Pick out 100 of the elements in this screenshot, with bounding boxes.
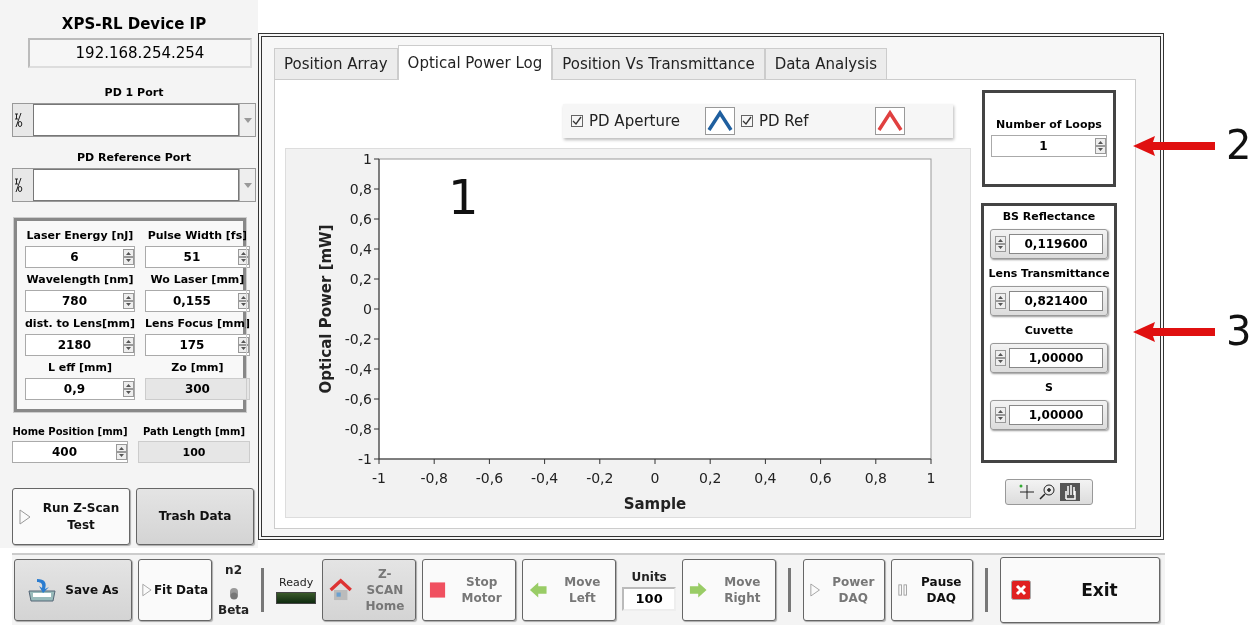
parameter-field[interactable]: 51 [144, 246, 250, 268]
parameter-label: dist. to Lens[mm] [25, 317, 135, 330]
tick-label: 0 [650, 470, 660, 486]
tick-label: 0,6 [349, 211, 372, 227]
zoom-icon[interactable] [1039, 483, 1057, 501]
port-label: PD 1 Port [103, 86, 165, 99]
parameter-label: Wo Laser [mm] [149, 273, 246, 286]
legend-checkbox[interactable] [741, 115, 753, 127]
parameter-field[interactable]: 2180 [25, 334, 135, 356]
tick-label: -0,4 [530, 470, 559, 486]
action-button[interactable]: Fit Data [138, 559, 212, 621]
action-button[interactable]: Run Z-Scan Test [12, 488, 130, 545]
legend-label: PD Ref [759, 112, 810, 130]
parameter-label: Pulse Width [fs] [146, 229, 249, 242]
port-dropdown[interactable] [12, 103, 256, 137]
status-label: Ready [279, 576, 314, 589]
tick-label: -0,6 [475, 470, 504, 486]
tab[interactable]: Optical Power Log [397, 45, 553, 80]
parameter-readout: 300 [144, 378, 250, 400]
ip-field[interactable]: 192.168.254.254 [28, 38, 252, 68]
tick-label: -0,6 [344, 391, 372, 407]
house-icon [329, 577, 353, 603]
tick-label: -1 [358, 451, 372, 467]
field-label: S [1045, 381, 1053, 394]
parameter-field[interactable]: 780 [25, 290, 135, 312]
factor-control[interactable]: 1,00000 [990, 343, 1108, 373]
spin-buttons[interactable] [1095, 137, 1106, 154]
parameter-field[interactable]: 0,155 [144, 290, 250, 312]
spin-buttons[interactable] [122, 337, 134, 353]
right-arrow-icon [689, 581, 708, 599]
tick-label: 0,8 [864, 470, 887, 486]
port-dropdown[interactable] [12, 168, 256, 202]
tick-label: 0,2 [699, 470, 722, 486]
tick-label: -0,2 [344, 331, 372, 347]
pause-icon [898, 583, 909, 597]
left-arrow-icon [529, 581, 548, 599]
action-button[interactable]: Save As [14, 559, 132, 621]
units-field[interactable]: 100 [622, 586, 677, 611]
close-icon [1011, 580, 1032, 600]
parameter-field[interactable]: 0,9 [25, 378, 135, 400]
spin-buttons[interactable] [995, 293, 1006, 309]
dropdown-caret-icon [243, 117, 252, 123]
spin-buttons[interactable] [995, 407, 1006, 423]
parameter-label: Zo [mm] [170, 361, 225, 374]
parameter-field[interactable]: 175 [144, 334, 250, 356]
tab[interactable]: Position Vs Transmittance [552, 48, 765, 79]
factor-control[interactable]: 0,821400 [990, 286, 1108, 316]
play-icon [810, 582, 821, 598]
switch-label: n2 [225, 563, 242, 577]
spin-buttons[interactable] [995, 350, 1006, 366]
action-button[interactable]: Trash Data [136, 488, 254, 545]
tick-label: 0 [363, 301, 372, 317]
line-style-icon[interactable] [877, 109, 903, 131]
device-ip-title: XPS-RL Device IP [60, 15, 208, 33]
exit-button[interactable]: Exit [1000, 557, 1161, 623]
field-label: Path Length [mm] [142, 426, 246, 437]
graph-tool-palette[interactable] [1005, 479, 1093, 505]
legend-checkbox[interactable] [571, 115, 583, 127]
tick-label: -0,8 [344, 421, 372, 437]
legend-label: PD Aperture [589, 112, 681, 130]
factor-control[interactable]: 0,119600 [990, 229, 1108, 259]
hand-icon[interactable] [1060, 483, 1080, 501]
path-length-readout: 100 [138, 441, 250, 463]
io-icon [14, 112, 23, 128]
line-style-icon[interactable] [707, 109, 733, 131]
field-label: Units [631, 569, 667, 584]
spin-buttons[interactable] [237, 293, 249, 309]
factor-control[interactable]: 1,00000 [990, 400, 1108, 430]
spin-buttons[interactable] [122, 249, 134, 265]
parameter-label: Wavelength [nm] [25, 273, 135, 286]
tick-label: 0,2 [349, 271, 372, 287]
annotation-number: 1 [448, 169, 479, 225]
tick-label: 0,4 [754, 470, 777, 486]
tick-label: 0,4 [349, 241, 372, 257]
callout-number: 3 [1226, 308, 1252, 354]
home-position-field[interactable]: 400 [12, 441, 128, 463]
spin-buttons[interactable] [116, 444, 127, 460]
field-label: Home Position [mm] [12, 426, 128, 437]
spin-buttons[interactable] [995, 236, 1006, 252]
spin-buttons[interactable] [122, 293, 134, 309]
spin-buttons[interactable] [122, 381, 134, 397]
tick-label: 1 [926, 470, 936, 486]
field-label: Cuvette [1024, 324, 1074, 337]
tray-icon [27, 577, 58, 603]
tab[interactable]: Data Analysis [764, 48, 887, 79]
loops-field[interactable]: 1 [991, 134, 1107, 157]
parameter-field[interactable]: 6 [25, 246, 135, 268]
play-icon [19, 508, 31, 525]
spin-buttons[interactable] [237, 249, 249, 265]
spin-buttons[interactable] [237, 337, 249, 353]
tick-label: 0,6 [809, 470, 832, 486]
parameter-label: L eff [mm] [46, 361, 113, 374]
field-label: Lens Transmittance [988, 267, 1110, 280]
dropdown-caret-icon [243, 182, 252, 188]
stop-icon [429, 581, 447, 599]
action-button[interactable]: Pause DAQ [891, 559, 974, 621]
tab[interactable]: Position Array [274, 48, 398, 79]
tick-label: -0,2 [586, 470, 614, 486]
callout-number: 2 [1226, 122, 1252, 168]
field-label: BS Reflectance [1002, 210, 1096, 223]
